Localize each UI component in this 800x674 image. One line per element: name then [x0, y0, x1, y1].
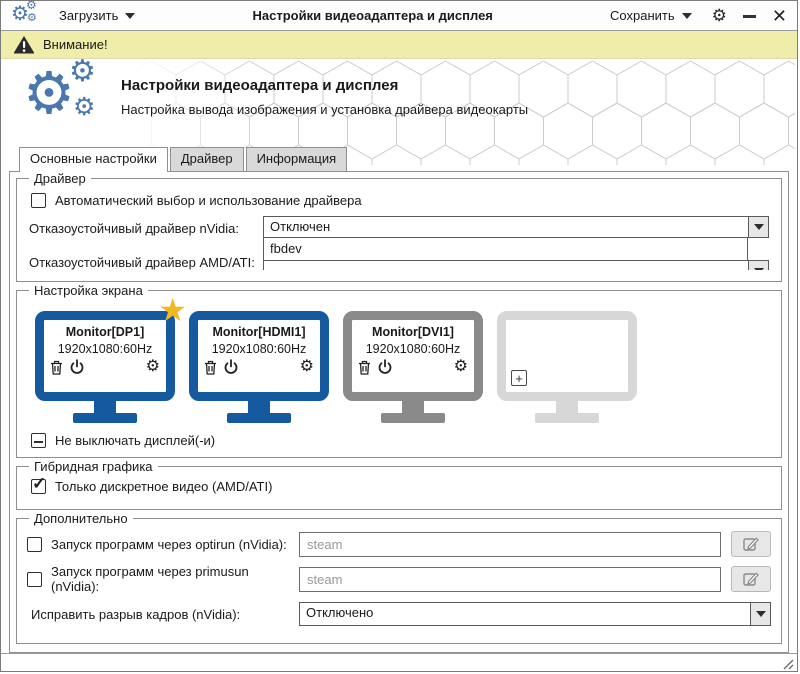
pencil-icon [742, 537, 759, 551]
load-menu-label: Загрузить [59, 8, 119, 23]
chevron-down-icon [753, 224, 764, 230]
plus-icon[interactable]: + [511, 370, 527, 386]
optirun-checkbox[interactable] [27, 536, 42, 552]
primusun-input[interactable] [299, 566, 721, 592]
group-extra: Дополнительно Запуск программ через opti… [16, 511, 782, 644]
auto-driver-label: Автоматический выбор и использование дра… [55, 193, 362, 208]
monitor-list: ★ Monitor[DP1] 1920x1080:60Hz ⚙ Monitor[… [27, 294, 771, 423]
tab-driver[interactable]: Драйвер [169, 147, 244, 171]
monitor-card-hdmi1[interactable]: Monitor[HDMI1] 1920x1080:60Hz ⚙ [189, 311, 329, 423]
gear-icon[interactable]: ⚙ [146, 359, 160, 375]
group-screen-setup: Настройка экрана ★ Monitor[DP1] 1920x108… [16, 283, 782, 458]
monitor-name: Monitor[DP1] [65, 325, 145, 339]
warning-text: Внимание! [43, 37, 108, 52]
monitor-card-dp1[interactable]: ★ Monitor[DP1] 1920x1080:60Hz ⚙ [35, 294, 187, 423]
group-driver-title: Драйвер [29, 171, 91, 186]
primusun-row: Запуск программ через primusun (nVidia): [27, 564, 771, 594]
monitor-mode: 1920x1080:60Hz [57, 342, 153, 356]
tearing-combobox[interactable]: Отключено [299, 602, 771, 626]
keep-display-on-checkbox[interactable] [31, 433, 46, 448]
page-subtitle: Настройка вывода изображения и установка… [121, 102, 529, 117]
chevron-down-icon [753, 268, 764, 270]
monitor-mode: 1920x1080:60Hz [365, 342, 461, 356]
monitor-name: Monitor[DVI1] [372, 325, 454, 339]
settings-gear-icon[interactable]: ⚙ [712, 7, 727, 24]
header-gears-icon: ⚙ ⚙ ⚙ [23, 55, 96, 126]
amd-failsafe-combobox[interactable] [263, 260, 769, 270]
minimize-button[interactable] [742, 15, 756, 18]
auto-driver-checkbox[interactable] [31, 193, 46, 208]
optirun-row: Запуск программ через optirun (nVidia): [27, 531, 771, 557]
pencil-icon [742, 572, 759, 586]
primusun-checkbox[interactable] [27, 571, 42, 587]
nvidia-failsafe-combobox[interactable]: Отключен [263, 216, 769, 238]
group-driver: Драйвер Автоматический выбор и использов… [16, 171, 782, 282]
trash-icon[interactable] [50, 360, 63, 375]
trash-icon[interactable] [358, 360, 371, 375]
optirun-input[interactable] [299, 531, 721, 557]
optirun-label: Запуск программ через optirun (nVidia): [51, 536, 287, 552]
resize-grip[interactable] [780, 656, 794, 670]
app-window: ⚙ ⚙ ⚙ Загрузить Настройки видеоадаптера … [0, 0, 798, 672]
power-icon[interactable] [69, 359, 85, 375]
page-title: Настройки видеоадаптера и дисплея [121, 77, 399, 94]
gear-icon[interactable]: ⚙ [454, 359, 468, 375]
close-button[interactable]: ✕ [772, 7, 787, 25]
discrete-only-checkbox[interactable] [31, 474, 46, 494]
tearing-value: Отключено [306, 605, 374, 620]
optirun-edit-button[interactable] [731, 531, 771, 557]
save-menu-button[interactable]: Сохранить [606, 6, 696, 25]
chevron-down-icon [755, 611, 766, 617]
tab-panel: Драйвер Автоматический выбор и использов… [9, 171, 789, 653]
gear-icon[interactable]: ⚙ [300, 359, 314, 375]
primusun-edit-button[interactable] [731, 566, 771, 592]
page-header: ⚙ ⚙ ⚙ Настройки видеоадаптера и дисплея … [1, 55, 797, 165]
dropdown-option-fbdev[interactable]: fbdev [264, 238, 747, 259]
tab-info[interactable]: Информация [245, 147, 348, 171]
discrete-only-label: Только дискретное видео (AMD/ATI) [55, 479, 273, 494]
chevron-down-icon [681, 12, 692, 19]
monitor-name: Monitor[HDMI1] [212, 325, 306, 339]
warning-banner: Внимание! [1, 31, 797, 59]
nvidia-failsafe-value: Отключен [270, 219, 331, 234]
monitor-card-add[interactable]: + [497, 311, 637, 423]
load-menu-button[interactable]: Загрузить [55, 6, 139, 25]
warning-triangle-icon [13, 36, 35, 54]
group-extra-title: Дополнительно [29, 511, 133, 526]
tab-main-settings[interactable]: Основные настройки [19, 147, 168, 172]
tab-bar: Основные настройки Драйвер Информация [1, 147, 797, 172]
monitor-mode: 1920x1080:60Hz [211, 342, 307, 356]
chevron-down-icon [125, 12, 136, 19]
primary-star-icon: ★ [158, 292, 187, 328]
keep-display-on-label: Не выключать дисплей(-и) [55, 433, 216, 448]
monitor-card-dvi1[interactable]: Monitor[DVI1] 1920x1080:60Hz ⚙ [343, 311, 483, 423]
group-screen-title: Настройка экрана [29, 283, 148, 298]
title-bar: ⚙ ⚙ ⚙ Загрузить Настройки видеоадаптера … [1, 1, 797, 31]
primusun-label: Запуск программ через primusun (nVidia): [51, 564, 249, 594]
tearing-row: Исправить разрыв кадров (nVidia): Отключ… [27, 601, 771, 627]
amd-failsafe-label: Отказоустойчивый драйвер AMD/ATI: [29, 255, 255, 270]
app-gears-icon: ⚙ ⚙ ⚙ [11, 0, 37, 25]
group-hybrid-graphics: Гибридная графика Только дискретное виде… [16, 459, 782, 510]
group-hybrid-title: Гибридная графика [29, 459, 158, 474]
combobox-dropdown-button[interactable] [750, 603, 770, 625]
save-menu-label: Сохранить [610, 8, 675, 23]
tearing-label: Исправить разрыв кадров (nVidia): [31, 606, 241, 622]
power-icon[interactable] [377, 359, 393, 375]
nvidia-failsafe-dropdown-list: fbdev [263, 237, 748, 261]
window-title: Настройки видеоадаптера и дисплея [252, 8, 493, 23]
nvidia-failsafe-label: Отказоустойчивый драйвер nVidia: [29, 221, 239, 236]
combobox-dropdown-button[interactable] [748, 261, 768, 270]
combobox-dropdown-button[interactable] [748, 217, 768, 237]
status-bar [1, 653, 797, 671]
power-icon[interactable] [223, 359, 239, 375]
trash-icon[interactable] [204, 360, 217, 375]
